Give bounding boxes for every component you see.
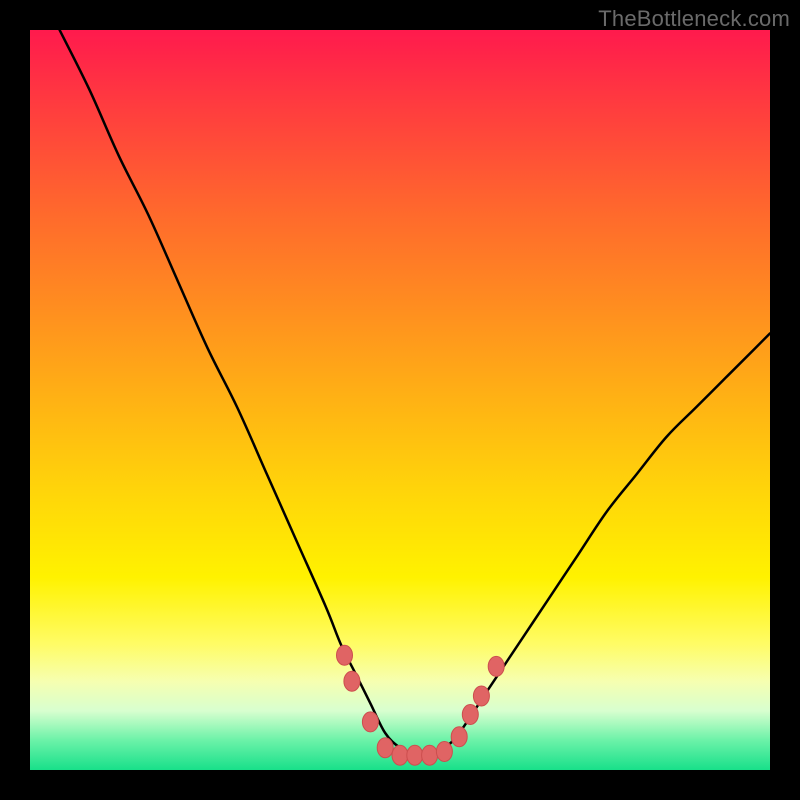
chart-frame: TheBottleneck.com	[0, 0, 800, 800]
curve-marker	[377, 738, 393, 758]
curve-marker	[344, 671, 360, 691]
curve-marker	[362, 712, 378, 732]
curve-marker	[473, 686, 489, 706]
curve-marker	[451, 727, 467, 747]
curve-marker	[436, 742, 452, 762]
curve-marker	[422, 745, 438, 765]
plot-area	[30, 30, 770, 770]
curve-marker	[488, 656, 504, 676]
watermark-text: TheBottleneck.com	[598, 6, 790, 32]
curve-svg	[30, 30, 770, 770]
curve-marker	[392, 745, 408, 765]
bottleneck-curve	[60, 30, 770, 756]
curve-markers	[337, 645, 505, 765]
curve-marker	[462, 705, 478, 725]
curve-marker	[337, 645, 353, 665]
curve-marker	[407, 745, 423, 765]
